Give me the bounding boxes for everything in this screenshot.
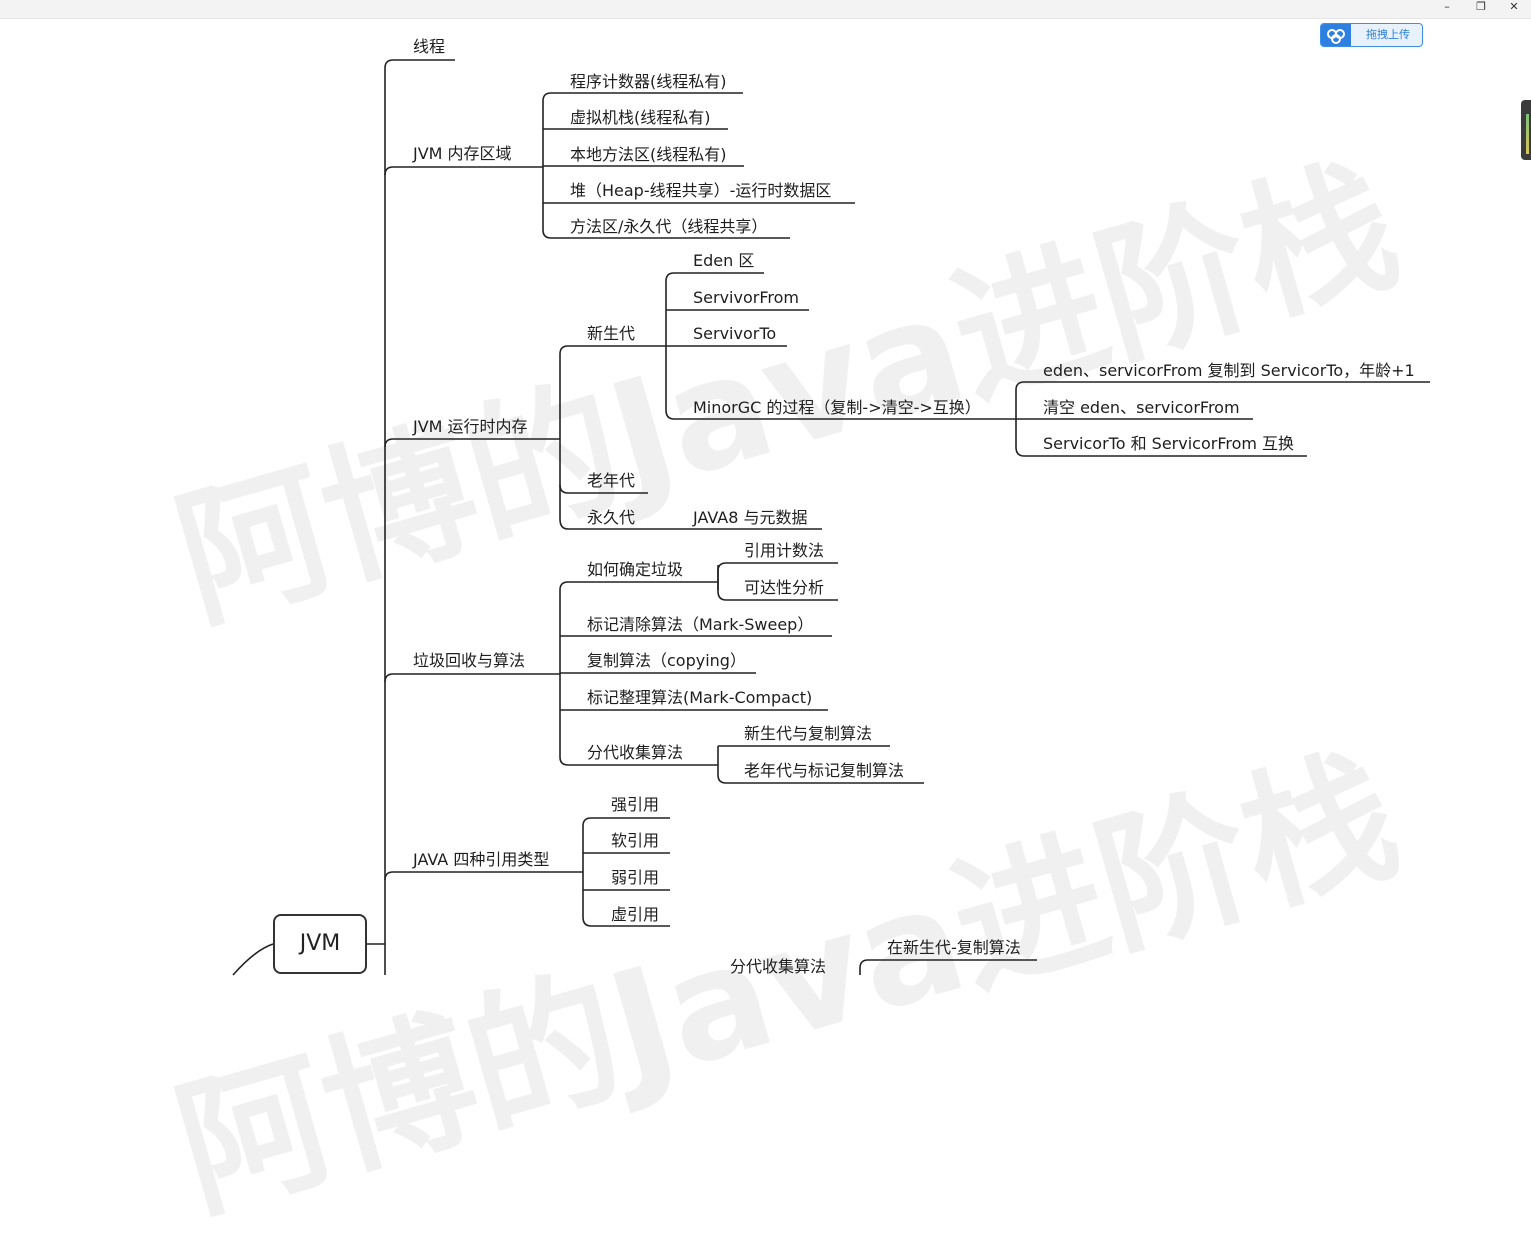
node-survivor-to[interactable]: ServivorTo (693, 324, 776, 344)
node-generational[interactable]: 分代收集算法 (587, 743, 683, 763)
node-reference-counting[interactable]: 引用计数法 (744, 541, 824, 561)
node-copying[interactable]: 复制算法（copying） (587, 651, 746, 671)
node-reachability[interactable]: 可达性分析 (744, 578, 824, 598)
node-perm-gen[interactable]: 永久代 (587, 508, 635, 528)
node-memory-area[interactable]: JVM 内存区域 (413, 144, 512, 164)
node-young-copying[interactable]: 新生代与复制算法 (744, 724, 872, 744)
node-minorgc-swap[interactable]: ServicorTo 和 ServicorFrom 互换 (1043, 434, 1294, 454)
node-soft-ref[interactable]: 软引用 (611, 831, 659, 851)
node-minorgc-copy[interactable]: eden、servicorFrom 复制到 ServicorTo，年龄+1 (1043, 361, 1415, 381)
node-generational-2[interactable]: 分代收集算法 (730, 957, 826, 977)
node-mark-compact[interactable]: 标记整理算法(Mark-Compact) (587, 688, 812, 708)
node-program-counter[interactable]: 程序计数器(线程私有) (570, 72, 727, 92)
node-reference-types[interactable]: JAVA 四种引用类型 (413, 850, 549, 870)
node-survivor-from[interactable]: ServivorFrom (693, 288, 799, 308)
node-strong-ref[interactable]: 强引用 (611, 795, 659, 815)
node-vm-stack[interactable]: 虚拟机栈(线程私有) (570, 108, 711, 128)
mindmap-connectors (232, 59, 1430, 976)
node-method-area[interactable]: 方法区/永久代（线程共享） (570, 217, 767, 237)
node-minorgc-clear[interactable]: 清空 eden、servicorFrom (1043, 398, 1240, 418)
node-weak-ref[interactable]: 弱引用 (611, 868, 659, 888)
node-eden[interactable]: Eden 区 (693, 251, 754, 271)
root-node-jvm[interactable]: JVM (273, 914, 367, 974)
node-mark-sweep[interactable]: 标记清除算法（Mark-Sweep） (587, 615, 813, 635)
node-how-to-find-garbage[interactable]: 如何确定垃圾 (587, 560, 683, 580)
node-java8-metadata[interactable]: JAVA8 与元数据 (693, 508, 808, 528)
node-heap[interactable]: 堆（Heap-线程共享）-运行时数据区 (570, 181, 831, 201)
node-native-method[interactable]: 本地方法区(线程私有) (570, 145, 727, 165)
node-young-gen[interactable]: 新生代 (587, 324, 635, 344)
node-old-gen[interactable]: 老年代 (587, 471, 635, 491)
node-gc-algorithms[interactable]: 垃圾回收与算法 (413, 651, 525, 671)
node-phantom-ref[interactable]: 虚引用 (611, 905, 659, 925)
node-thread[interactable]: 线程 (413, 37, 445, 57)
node-young-copying-2[interactable]: 在新生代-复制算法 (887, 938, 1021, 958)
node-old-mark-copy[interactable]: 老年代与标记复制算法 (744, 761, 904, 781)
node-runtime-memory[interactable]: JVM 运行时内存 (413, 417, 528, 437)
node-minorgc[interactable]: MinorGC 的过程（复制->清空->互换） (693, 398, 981, 418)
